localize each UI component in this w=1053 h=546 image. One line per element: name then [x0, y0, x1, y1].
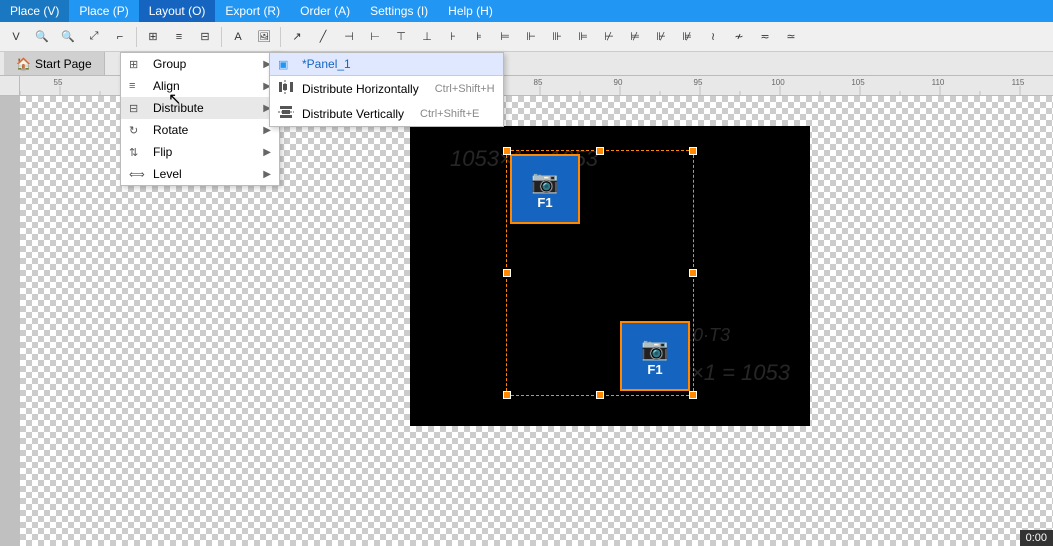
- layout-menu-group[interactable]: ⊞ Group ▶: [121, 53, 279, 75]
- menu-place-v[interactable]: Place (V): [0, 0, 69, 22]
- toolbar-btn-dist11[interactable]: ≀: [701, 25, 725, 49]
- ruler-corner: [0, 76, 20, 96]
- layout-menu-align[interactable]: ≡ Align ▶: [121, 75, 279, 97]
- toolbar-btn-select[interactable]: V: [4, 25, 28, 49]
- level-icon: ⟺: [129, 168, 147, 181]
- svg-text:90: 90: [614, 78, 623, 87]
- status-text: 0:00: [1026, 532, 1047, 544]
- toolbar-btn-distribute[interactable]: ⊟: [193, 25, 217, 49]
- toolbar-btn-arrow[interactable]: ↗: [285, 25, 309, 49]
- layout-menu-flip[interactable]: ⇅ Flip ▶: [121, 141, 279, 163]
- menu-layout[interactable]: Layout (O): [139, 0, 216, 22]
- rotate-icon: ↻: [129, 124, 147, 137]
- toolbar-btn-zoom-in[interactable]: 🔍: [56, 25, 80, 49]
- toolbar-btn-text[interactable]: A: [226, 25, 250, 49]
- toolbar-btn-dist14[interactable]: ≃: [779, 25, 803, 49]
- toolbar-btn-line[interactable]: ╱: [311, 25, 335, 49]
- handle-br[interactable]: [689, 391, 697, 399]
- toolbar-sep-3: [280, 27, 281, 47]
- svg-text:55: 55: [54, 78, 63, 87]
- menu-place-p[interactable]: Place (P): [69, 0, 138, 22]
- toolbar-sep-1: [136, 27, 137, 47]
- distribute-horizontally-item[interactable]: Distribute Horizontally Ctrl+Shift+H: [270, 76, 503, 101]
- handle-bm[interactable]: [596, 391, 604, 399]
- layout-menu-level[interactable]: ⟺ Level ▶: [121, 163, 279, 185]
- handle-bl[interactable]: [503, 391, 511, 399]
- toolbar-btn-align-m[interactable]: ⊥: [415, 25, 439, 49]
- toolbar-btn-dist7[interactable]: ⊬: [597, 25, 621, 49]
- toolbar-btn-square[interactable]: ⌐: [108, 25, 132, 49]
- svg-text:95: 95: [694, 78, 703, 87]
- toolbar-btn-zoom-out[interactable]: 🔍: [30, 25, 54, 49]
- toolbar-btn-align-r[interactable]: ⊢: [363, 25, 387, 49]
- selection-box: [506, 150, 694, 396]
- tab-start-page[interactable]: 🏠 Start Page: [4, 52, 105, 75]
- toolbar-btn-align-c[interactable]: ⊤: [389, 25, 413, 49]
- flip-icon: ⇅: [129, 146, 147, 159]
- panel-black: 1053×1 = 1053 10·T3 1053×1 = 1053 10·T3 …: [410, 126, 810, 426]
- toolbar-btn-fullscreen[interactable]: ⤢: [82, 25, 106, 49]
- menu-export[interactable]: Export (R): [215, 0, 290, 22]
- menu-help[interactable]: Help (H): [438, 0, 503, 22]
- toolbar-btn-dist13[interactable]: ≂: [753, 25, 777, 49]
- svg-text:85: 85: [534, 78, 543, 87]
- group-icon: ⊞: [129, 58, 147, 71]
- panel-icon: ▣: [278, 58, 296, 71]
- home-icon: 🏠: [16, 57, 31, 71]
- distribute-vertically-item[interactable]: Distribute Vertically Ctrl+Shift+E: [270, 101, 503, 126]
- toolbar-sep-2: [221, 27, 222, 47]
- svg-text:110: 110: [932, 78, 945, 87]
- toolbar-btn-dist5[interactable]: ⊪: [545, 25, 569, 49]
- handle-tl[interactable]: [503, 147, 511, 155]
- toolbar-btn-dist8[interactable]: ⊭: [623, 25, 647, 49]
- toolbar-btn-dist2[interactable]: ⊧: [467, 25, 491, 49]
- toolbar-btn-image[interactable]: 🖼: [252, 25, 276, 49]
- menu-settings[interactable]: Settings (I): [360, 0, 438, 22]
- toolbar-btn-dist3[interactable]: ⊨: [493, 25, 517, 49]
- toolbar-btn-dist10[interactable]: ⊯: [675, 25, 699, 49]
- toolbar-btn-group[interactable]: ⊞: [141, 25, 165, 49]
- toolbar-btn-align-l[interactable]: ⊣: [337, 25, 361, 49]
- handle-tm[interactable]: [596, 147, 604, 155]
- tab-label: Start Page: [35, 57, 92, 71]
- toolbar-btn-dist9[interactable]: ⊮: [649, 25, 673, 49]
- toolbar-btn-dist4[interactable]: ⊩: [519, 25, 543, 49]
- handle-mr[interactable]: [689, 269, 697, 277]
- svg-text:105: 105: [851, 78, 865, 87]
- menu-bar: Place (V) Place (P) Layout (O) Export (R…: [0, 0, 1053, 22]
- status-bar: 0:00: [1020, 530, 1053, 546]
- toolbar-btn-dist6[interactable]: ⊫: [571, 25, 595, 49]
- level-arrow: ▶: [263, 169, 271, 180]
- handle-ml[interactable]: [503, 269, 511, 277]
- toolbar-btn-dist12[interactable]: ≁: [727, 25, 751, 49]
- flip-arrow: ▶: [263, 147, 271, 158]
- svg-text:115: 115: [1012, 78, 1025, 87]
- layout-menu-rotate[interactable]: ↻ Rotate ▶: [121, 119, 279, 141]
- distribute-icon: ⊟: [129, 102, 147, 115]
- toolbar-btn-align[interactable]: ≡: [167, 25, 191, 49]
- toolbar: V 🔍 🔍 ⤢ ⌐ ⊞ ≡ ⊟ A 🖼 ↗ ╱ ⊣ ⊢ ⊤ ⊥ ⊦ ⊧ ⊨ ⊩ …: [0, 22, 1053, 52]
- align-icon: ≡: [129, 80, 147, 92]
- panel-1-item[interactable]: ▣ *Panel_1: [270, 53, 503, 76]
- toolbar-btn-dist1[interactable]: ⊦: [441, 25, 465, 49]
- svg-text:100: 100: [771, 78, 785, 87]
- layout-menu-distribute[interactable]: ⊟ Distribute ▶: [121, 97, 279, 119]
- dist-v-icon: [278, 105, 296, 122]
- handle-tr[interactable]: [689, 147, 697, 155]
- dist-h-icon: [278, 80, 296, 97]
- distribute-submenu: ▣ *Panel_1 Distribute Horizontally Ctrl+…: [269, 52, 504, 127]
- layout-menu: ⊞ Group ▶ ≡ Align ▶ ⊟ Distribute ▶ ↻ Rot…: [120, 52, 280, 186]
- menu-order[interactable]: Order (A): [290, 0, 360, 22]
- ruler-left-col: 260 255 250 245 240 235: [0, 76, 20, 546]
